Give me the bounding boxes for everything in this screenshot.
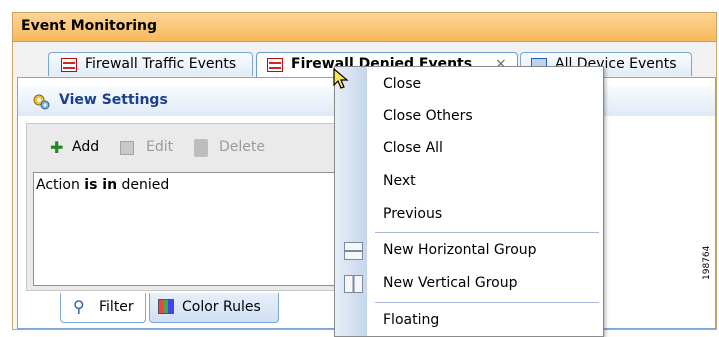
edit-icon (120, 141, 134, 155)
title-bar: Event Monitoring (13, 13, 716, 42)
mouse-cursor-icon (333, 68, 349, 89)
menu-separator (375, 302, 599, 303)
add-icon: ✚ (50, 138, 64, 157)
figure-id-watermark: 198764 (702, 245, 712, 280)
menu-item-close[interactable]: Close (383, 76, 421, 92)
filter-operator: is in (84, 177, 118, 193)
settings-gears-icon (33, 94, 50, 110)
delete-icon (194, 139, 208, 157)
view-settings-title: View Settings (59, 92, 168, 108)
tab-label: Firewall Traffic Events (85, 56, 237, 72)
menu-item-floating[interactable]: Floating (383, 312, 439, 328)
menu-item-close-all[interactable]: Close All (383, 140, 443, 156)
tab-label: Color Rules (182, 299, 261, 315)
delete-button[interactable]: Delete (219, 139, 265, 155)
filter-icon: ⚲ (73, 297, 85, 316)
menu-item-new-vertical-group[interactable]: New Vertical Group (383, 275, 517, 291)
tab-filter[interactable]: ⚲ Filter (60, 293, 146, 323)
vertical-group-icon (344, 275, 363, 293)
menu-icon-gutter (335, 67, 367, 336)
edit-button[interactable]: Edit (146, 139, 173, 155)
menu-separator (375, 232, 599, 233)
tab-color-rules[interactable]: Color Rules (149, 293, 279, 323)
menu-item-new-horizontal-group[interactable]: New Horizontal Group (383, 242, 537, 258)
tab-firewall-traffic-events[interactable]: Firewall Traffic Events (48, 52, 253, 76)
filter-field: Action (36, 177, 85, 193)
filter-value: denied (117, 177, 170, 193)
menu-item-next[interactable]: Next (383, 173, 416, 189)
horizontal-group-icon (344, 242, 363, 260)
add-button[interactable]: Add (72, 139, 99, 155)
firewall-denied-icon (267, 58, 283, 72)
menu-item-close-others[interactable]: Close Others (383, 108, 473, 124)
filter-expression: Action is in denied (36, 177, 169, 193)
menu-item-previous[interactable]: Previous (383, 206, 442, 222)
firewall-icon (61, 58, 77, 72)
tab-context-menu: Close Close Others Close All Next Previo… (334, 66, 604, 337)
window-title: Event Monitoring (21, 18, 158, 34)
tab-label: Filter (99, 299, 134, 315)
color-rules-icon (158, 299, 174, 314)
